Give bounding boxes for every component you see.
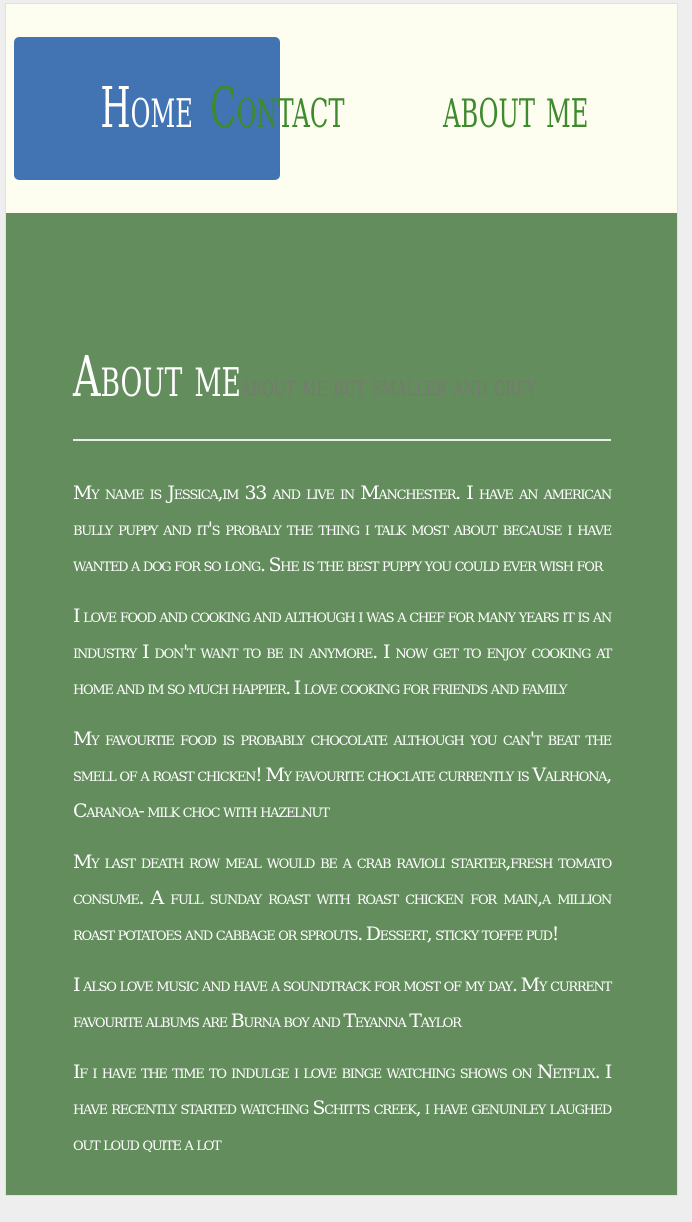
- paragraph-music: I also love music and have a soundtrack …: [73, 974, 612, 1032]
- divider: [73, 439, 611, 441]
- about-section: About meabout me but smaller and grey My…: [6, 213, 677, 1195]
- nav-contact-link[interactable]: Contact: [210, 37, 344, 180]
- paragraph-intro: My name is Jessica,im 33 and live in Man…: [73, 482, 612, 576]
- page-title: About me: [73, 345, 241, 410]
- navbar: Home Contact about me: [6, 4, 677, 213]
- page: Home Contact about me About meabout me b…: [5, 3, 678, 1196]
- paragraph-netflix: If i have the time to indulge i love bin…: [73, 1061, 612, 1155]
- nav-home-label: Home: [100, 76, 194, 141]
- paragraph-last-meal: My last death row meal would be a crab r…: [73, 851, 612, 945]
- paragraph-cooking: I love food and cooking and although i w…: [73, 605, 612, 699]
- page-subtitle: about me but smaller and grey: [240, 369, 536, 404]
- nav-about-link[interactable]: about me: [443, 37, 588, 180]
- title-row: About meabout me but smaller and grey: [73, 345, 536, 410]
- paragraph-favourite-food: My favourtie food is probably chocolate …: [73, 728, 612, 822]
